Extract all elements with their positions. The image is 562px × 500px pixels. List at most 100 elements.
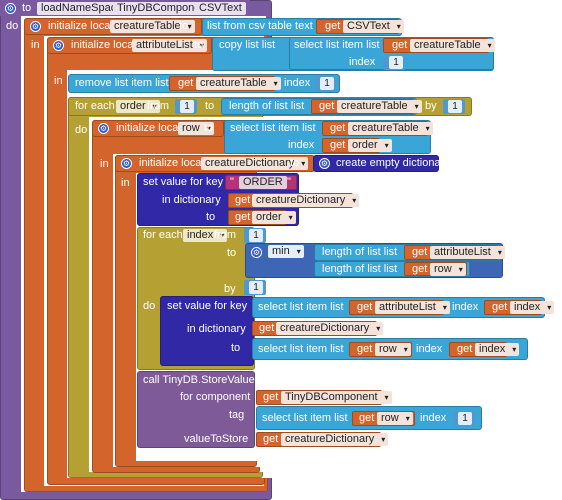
- text-order-value[interactable]: ORDER: [239, 176, 287, 189]
- init-label: initialize local: [116, 122, 181, 134]
- for-each-label: for each: [143, 229, 183, 241]
- var-row[interactable]: row: [375, 343, 411, 356]
- get-label: get: [263, 391, 279, 403]
- to-label: to: [290, 157, 300, 169]
- value-to-store-label: valueToStore: [184, 433, 249, 445]
- var-attribute-list[interactable]: attributeList: [430, 246, 505, 259]
- var-row[interactable]: row: [430, 263, 466, 276]
- to-label: to: [205, 100, 215, 112]
- proc-do-label: do: [6, 20, 19, 32]
- get-label: get: [359, 412, 375, 424]
- get-label: get: [412, 263, 428, 275]
- index-label: index: [288, 139, 315, 151]
- gear-icon[interactable]: ⚙: [53, 40, 64, 51]
- to-label: to: [231, 342, 241, 354]
- number-one[interactable]: 1: [389, 56, 403, 69]
- number-one[interactable]: 1: [180, 100, 194, 113]
- index-label: index: [349, 56, 376, 68]
- to-label: to: [227, 247, 237, 259]
- proc-to-label: to: [22, 2, 32, 14]
- get-label: get: [178, 77, 194, 89]
- in-label: in: [31, 39, 40, 51]
- quote-open: ": [230, 176, 234, 188]
- in-label: in: [121, 177, 130, 189]
- copy-list-label: copy list list: [219, 39, 276, 51]
- gear-icon[interactable]: ⚙: [121, 158, 132, 169]
- number-one[interactable]: 1: [249, 281, 263, 294]
- number-one[interactable]: 1: [249, 229, 263, 242]
- set-value-label: set value for key: [143, 176, 224, 188]
- var-order[interactable]: order: [348, 139, 392, 152]
- param-csvtext[interactable]: CSVText: [195, 2, 246, 15]
- select-list-item-label: select list item list: [258, 343, 344, 355]
- var-order[interactable]: order: [252, 211, 296, 224]
- gear-icon[interactable]: ⚙: [319, 158, 330, 169]
- from-label: from: [147, 100, 169, 112]
- do-label: do: [75, 124, 88, 136]
- gear-icon[interactable]: ⚙: [98, 123, 109, 134]
- for-component-label: for component: [180, 391, 251, 403]
- var-creature-table[interactable]: creatureTable: [337, 100, 422, 113]
- gear-icon[interactable]: ⚙: [30, 21, 41, 32]
- index-label: index: [452, 301, 479, 313]
- var-creature-dictionary[interactable]: creatureDictionary: [276, 322, 384, 335]
- call-store-value-label: call TinyDB.StoreValue: [143, 374, 255, 386]
- length-of-list-label: length of list list: [229, 100, 305, 112]
- by-label: by: [425, 100, 437, 112]
- var-index[interactable]: index: [475, 343, 520, 356]
- get-label: get: [319, 100, 335, 112]
- var-tinydb-component[interactable]: TinyDBComponent: [281, 391, 392, 404]
- var-index[interactable]: index: [510, 301, 555, 314]
- quote-close: ": [287, 176, 291, 188]
- get-label: get: [263, 433, 279, 445]
- number-one[interactable]: 1: [448, 100, 462, 113]
- init-label: initialize local: [139, 157, 204, 169]
- get-label: get: [392, 39, 408, 51]
- in-label: in: [54, 75, 63, 87]
- to-label: to: [179, 20, 189, 32]
- to-label: to: [204, 122, 214, 134]
- var-csvtext[interactable]: CSVText: [343, 20, 404, 33]
- gear-icon[interactable]: ⚙: [251, 247, 262, 258]
- select-list-item-label: select list item list: [258, 301, 344, 313]
- var-creature-dictionary[interactable]: creatureDictionary: [281, 433, 389, 446]
- var-attribute-list[interactable]: attributeList: [375, 301, 450, 314]
- get-label: get: [325, 20, 341, 32]
- number-one[interactable]: 1: [458, 412, 472, 425]
- index-label: index: [420, 412, 447, 424]
- var-creature-table[interactable]: creatureTable: [196, 77, 281, 90]
- list-from-csv-label: list from csv table text: [207, 20, 313, 32]
- index-label: index: [284, 77, 311, 89]
- by-label: by: [224, 283, 236, 295]
- get-label: get: [492, 301, 508, 313]
- index-label: index: [416, 343, 443, 355]
- var-creature-table[interactable]: creatureTable: [348, 122, 433, 135]
- select-list-item-label: select list item list: [230, 122, 316, 134]
- number-one[interactable]: 1: [320, 77, 334, 90]
- tag-label: tag: [229, 409, 245, 421]
- in-label: in: [100, 158, 109, 170]
- get-label: get: [412, 246, 428, 258]
- init-label: initialize local: [48, 20, 113, 32]
- create-dict-label: create empty dictionary: [336, 157, 450, 169]
- get-label: get: [330, 122, 346, 134]
- to-label: to: [194, 39, 204, 51]
- length-of-list-label: length of list list: [322, 246, 398, 258]
- get-label: get: [259, 322, 275, 334]
- in-dictionary-label: in dictionary: [187, 323, 246, 335]
- in-dictionary-label: in dictionary: [162, 194, 221, 206]
- var-creature-dictionary[interactable]: creatureDictionary: [252, 194, 360, 207]
- min-operator-dropdown[interactable]: min: [268, 245, 304, 258]
- var-creature-table[interactable]: creatureTable: [410, 39, 495, 52]
- get-label: get: [357, 343, 373, 355]
- get-label: get: [457, 343, 473, 355]
- init-label: initialize local: [71, 39, 136, 51]
- get-label: get: [235, 211, 251, 223]
- get-label: get: [235, 194, 251, 206]
- get-label: get: [357, 301, 373, 313]
- var-row[interactable]: row: [377, 412, 413, 425]
- length-of-list-label: length of list list: [322, 263, 398, 275]
- gear-icon[interactable]: ⚙: [5, 3, 16, 14]
- to-label: to: [206, 211, 216, 223]
- for-each-label: for each: [75, 100, 115, 112]
